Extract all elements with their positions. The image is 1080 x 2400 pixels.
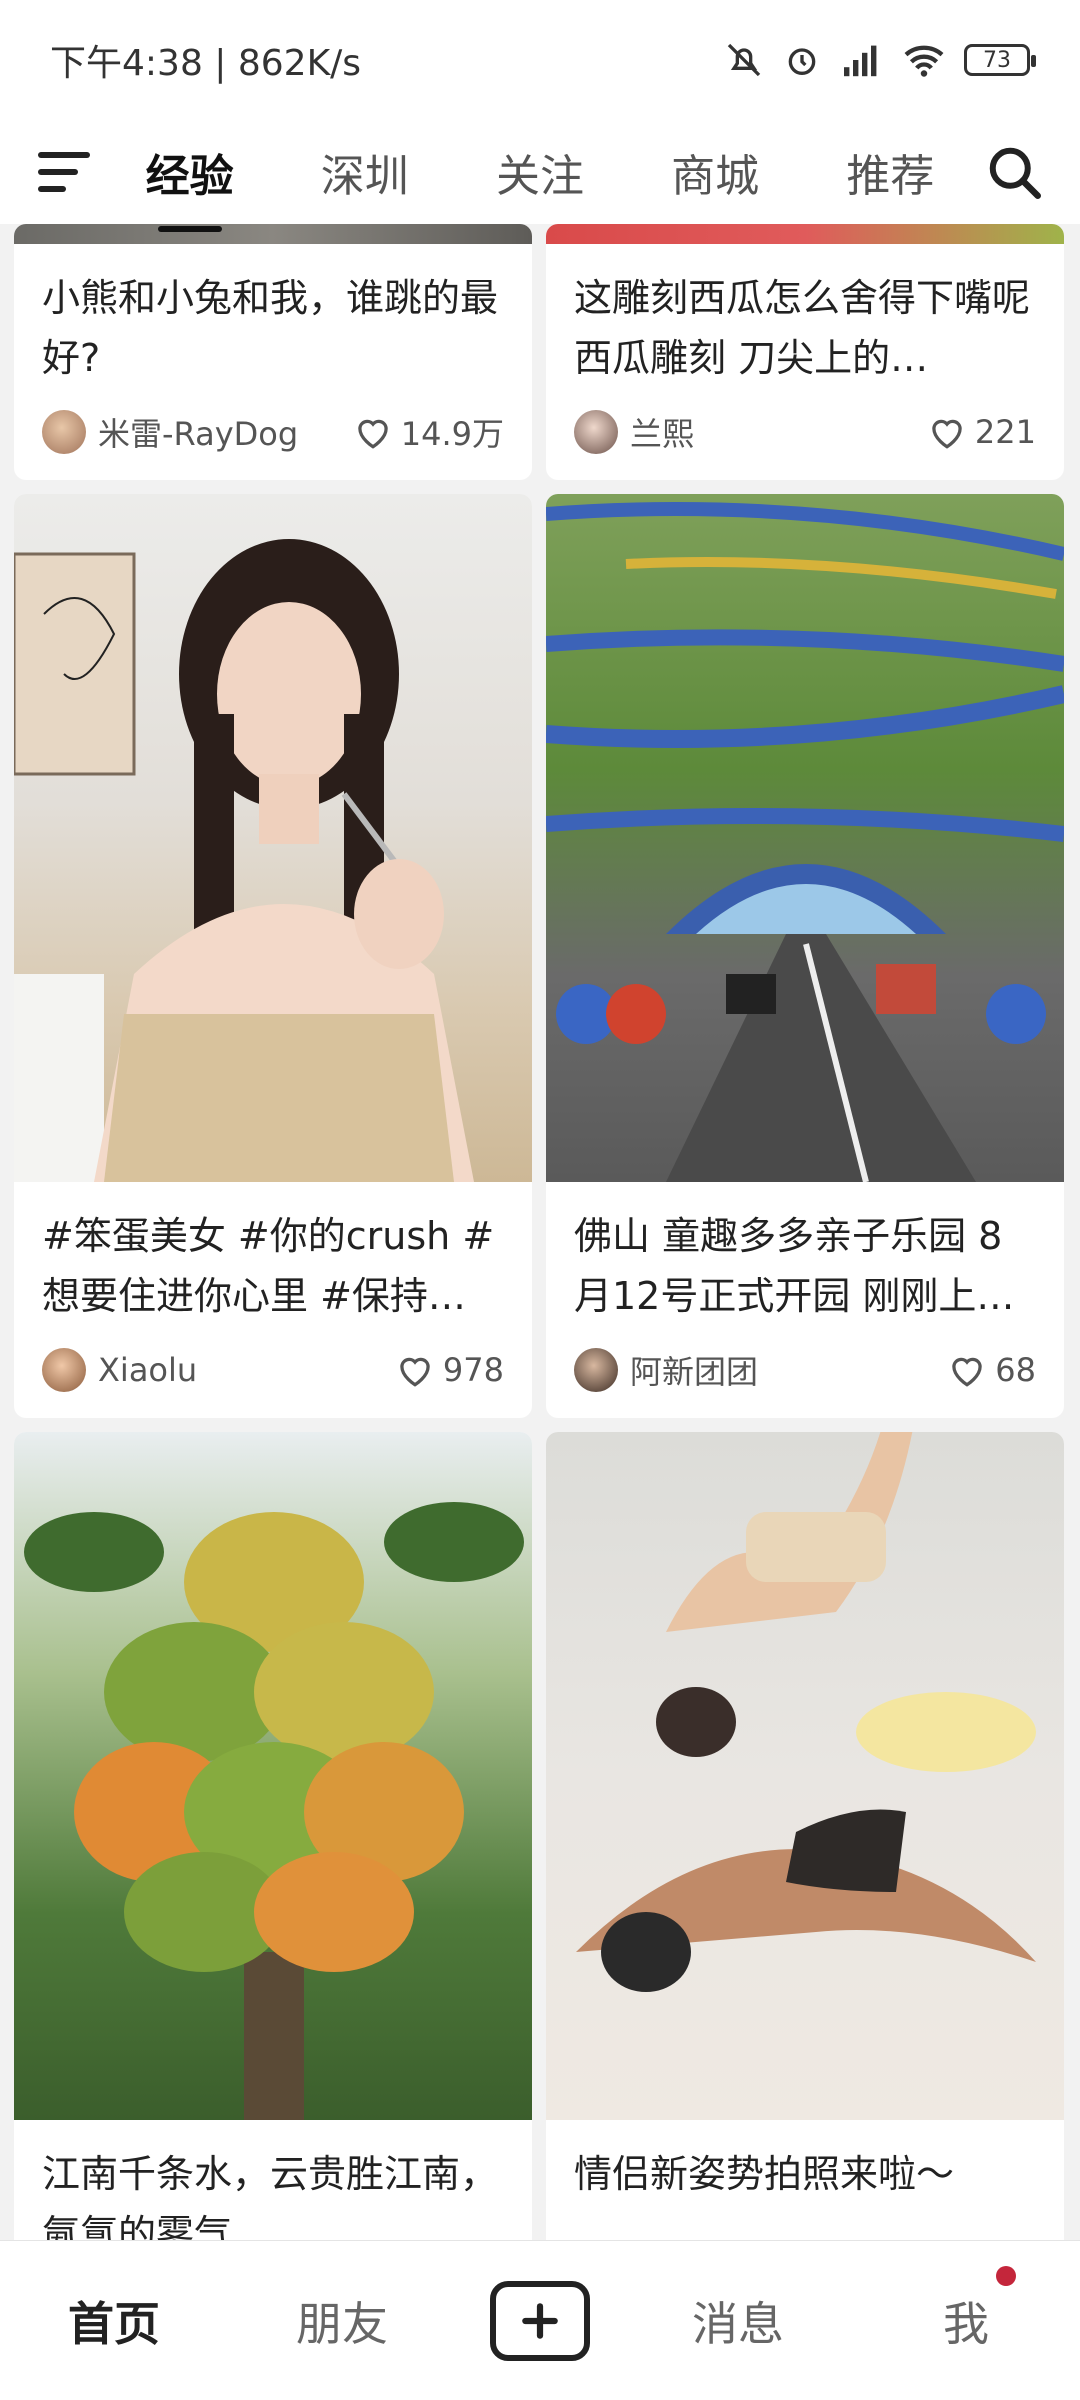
tab-following[interactable]: 关注 [488,130,592,214]
menu-icon[interactable] [30,142,102,202]
avatar[interactable] [42,410,86,454]
avatar[interactable] [574,1348,618,1392]
alarm-icon [788,48,816,75]
feed-card[interactable]: #笨蛋美女 #你的crush #想要住进你心里 #保持… Xiaolu 978 [14,494,532,1418]
avatar[interactable] [42,1348,86,1392]
search-icon[interactable] [978,136,1050,208]
nav-me[interactable]: 我 [886,2265,1046,2354]
like-button[interactable]: 68 [947,1351,1036,1389]
heart-icon [932,419,962,449]
card-title: 情侣新姿势拍照来啦～ [574,2152,955,2196]
author-name[interactable]: 兰熙 [630,409,927,455]
nav-home[interactable]: 首页 [34,2288,194,2354]
author-name[interactable]: 米雷-RayDog [98,409,353,455]
card-title: 小熊和小兔和我，谁跳的最好? [42,276,499,380]
status-bar: 下午4:38 | 862K/s 73 [0,0,1080,120]
card-title: 江南千条水，云贵胜江南，氤氲的雾气 [42,2152,499,2240]
top-nav: 经验 深圳 关注 商城 推荐 [0,120,1080,224]
nav-friends[interactable]: 朋友 [262,2288,422,2354]
heart-icon [400,1357,430,1387]
plus-icon [522,2302,558,2339]
banana-tree-photo [24,1502,524,2120]
card-title: #笨蛋美女 #你的crush #想要住进你心里 #保持… [42,1214,495,1318]
wifi-icon [904,45,944,77]
card-meta: 米雷-RayDog 14.9万 [14,398,532,480]
bottom-nav: 首页 朋友 消息 我 [0,2240,1080,2400]
status-icons: 73 [724,40,1036,80]
feed-card[interactable]: 情侣新姿势拍照来啦～ [546,1432,1064,2240]
amusement-park-photo [546,502,1064,1182]
card-image [14,1432,532,2120]
feed-card[interactable]: 江南千条水，云贵胜江南，氤氲的雾气 [14,1432,532,2240]
card-image [14,224,532,244]
tab-shenzhen[interactable]: 深圳 [313,130,417,214]
notification-dot [996,2265,1016,2286]
add-post-button[interactable] [490,2280,590,2361]
portrait-photo [14,539,474,1182]
card-image [546,494,1064,1182]
card-meta: Xiaolu 978 [14,1336,532,1418]
couple-pose-photo [576,1432,1036,1992]
avatar[interactable] [574,410,618,454]
battery-icon: 73 [964,44,1036,76]
card-image [14,494,532,1182]
card-image [546,1432,1064,2120]
feed-column-right: 这雕刻西瓜怎么舍得下嘴呢 西瓜雕刻 刀尖上的… 兰熙 221 佛山 童趣多多亲子… [546,224,1064,2240]
signal-icon [844,45,877,77]
heart-icon [358,419,388,449]
author-name[interactable]: 阿新团团 [630,1347,947,1393]
status-time: 下午4:38 | 862K/s [50,43,362,84]
author-name[interactable]: Xiaolu [98,1351,395,1389]
nav-me-label: 我 [943,2296,989,2351]
feed: 小熊和小兔和我，谁跳的最好? 米雷-RayDog 14.9万 #笨蛋美女 #你的… [0,224,1080,2240]
feed-card[interactable]: 佛山 童趣多多亲子乐园 8月12号正式开园 刚刚上… 阿新团团 68 [546,494,1064,1418]
heart-icon [952,1357,983,1387]
like-count: 14.9万 [400,415,504,453]
mute-bell-icon [727,43,761,77]
tab-mall[interactable]: 商城 [663,130,767,214]
like-count: 68 [995,1351,1036,1389]
like-button[interactable]: 14.9万 [353,409,504,455]
tab-jingyan[interactable]: 经验 [138,130,242,214]
like-count: 221 [974,413,1036,451]
like-count: 978 [442,1351,504,1389]
card-meta: 阿新团团 68 [546,1336,1064,1418]
like-button[interactable]: 221 [927,413,1036,451]
feed-card[interactable]: 小熊和小兔和我，谁跳的最好? 米雷-RayDog 14.9万 [14,224,532,480]
tab-recommend[interactable]: 推荐 [838,130,942,214]
feed-column-left: 小熊和小兔和我，谁跳的最好? 米雷-RayDog 14.9万 #笨蛋美女 #你的… [14,224,532,2240]
feed-card[interactable]: 这雕刻西瓜怎么舍得下嘴呢 西瓜雕刻 刀尖上的… 兰熙 221 [546,224,1064,480]
card-image [546,224,1064,244]
category-tabs: 经验 深圳 关注 商城 推荐 [102,130,978,214]
card-meta: 兰熙 221 [546,398,1064,480]
like-button[interactable]: 978 [395,1351,504,1389]
card-title: 佛山 童趣多多亲子乐园 8月12号正式开园 刚刚上… [574,1214,1015,1318]
nav-messages[interactable]: 消息 [658,2288,818,2354]
card-title: 这雕刻西瓜怎么舍得下嘴呢 西瓜雕刻 刀尖上的… [574,276,1031,380]
screen: 下午4:38 | 862K/s 73 经验 深圳 关注 商城 推荐 小熊和小兔和… [0,0,1080,2400]
